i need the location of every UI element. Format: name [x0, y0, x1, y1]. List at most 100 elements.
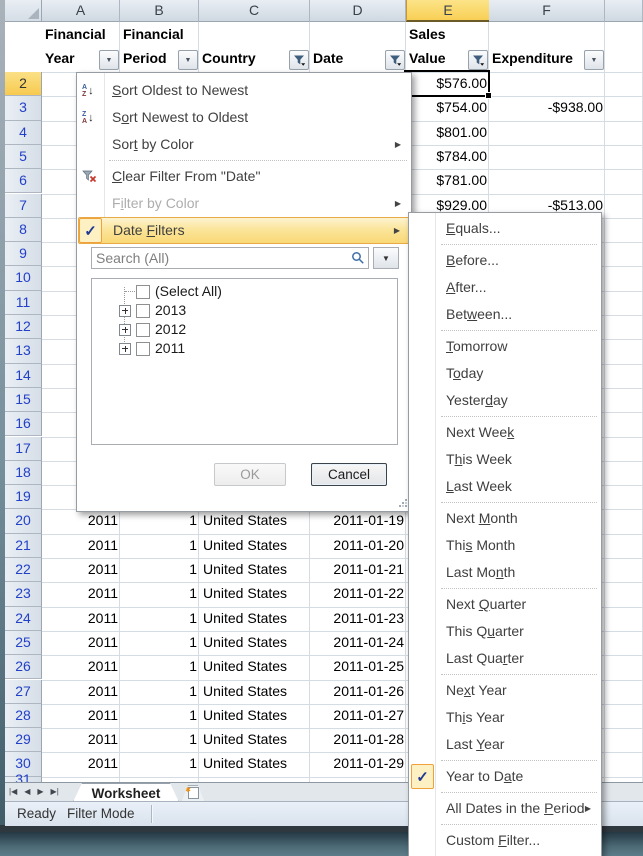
cell-B20[interactable]: 1: [120, 512, 203, 532]
expand-plus-icon[interactable]: [119, 305, 131, 317]
cell-A24[interactable]: 2011: [42, 610, 124, 630]
cell-A27[interactable]: 2011: [42, 683, 124, 703]
row-header-16[interactable]: 16: [5, 412, 42, 436]
filter-dropdown-button-b[interactable]: ▼: [178, 50, 198, 70]
row-header-3[interactable]: 3: [5, 96, 42, 120]
cell-F3[interactable]: -$938.00: [489, 99, 609, 119]
row-header-7[interactable]: 7: [5, 194, 42, 218]
row-header-5[interactable]: 5: [5, 145, 42, 169]
row-header-24[interactable]: 24: [5, 607, 42, 631]
cell-D26[interactable]: 2011-01-25: [310, 658, 410, 678]
tree-item-2012[interactable]: 2012: [92, 320, 397, 339]
row-header-19[interactable]: 19: [5, 485, 42, 509]
submenu-item-next-quarter[interactable]: Next Quarter: [410, 591, 600, 618]
row-header-17[interactable]: 17: [5, 437, 42, 461]
cell-E4[interactable]: $801.00: [406, 124, 493, 144]
cell-C21[interactable]: United States: [199, 537, 312, 557]
cell-B22[interactable]: 1: [120, 561, 203, 581]
ok-button[interactable]: OK: [214, 463, 286, 486]
row-header-25[interactable]: 25: [5, 631, 42, 655]
cell-A21[interactable]: 2011: [42, 537, 124, 557]
menu-item-date-filters[interactable]: Date Filters▶: [78, 217, 410, 244]
row-header-21[interactable]: 21: [5, 534, 42, 558]
search-dropdown-button[interactable]: ▼: [373, 247, 399, 269]
first-sheet-icon[interactable]: |◀: [9, 785, 17, 799]
cell-B23[interactable]: 1: [120, 585, 203, 605]
cell-A20[interactable]: 2011: [42, 512, 124, 532]
submenu-item-last-quarter[interactable]: Last Quarter: [410, 645, 600, 672]
row-header-8[interactable]: 8: [5, 218, 42, 242]
row-header-11[interactable]: 11: [5, 291, 42, 315]
active-filter-button-e[interactable]: [468, 50, 488, 70]
next-sheet-icon[interactable]: ▶: [37, 785, 43, 799]
row-header-22[interactable]: 22: [5, 558, 42, 582]
cell-D28[interactable]: 2011-01-27: [310, 707, 410, 727]
row-header-14[interactable]: 14: [5, 364, 42, 388]
tree-item-2013[interactable]: 2013: [92, 301, 397, 320]
cell-C22[interactable]: United States: [199, 561, 312, 581]
column-header-f[interactable]: F: [489, 0, 605, 22]
expand-plus-icon[interactable]: [119, 324, 131, 336]
row-header-26[interactable]: 26: [5, 655, 42, 679]
submenu-item-all-dates-in-the-period[interactable]: All Dates in the Period▶: [410, 795, 600, 822]
cell-B29[interactable]: 1: [120, 731, 203, 751]
cell-C29[interactable]: United States: [199, 731, 312, 751]
cell-C20[interactable]: United States: [199, 512, 312, 532]
row-header-23[interactable]: 23: [5, 582, 42, 606]
tree-checkbox[interactable]: [136, 323, 150, 337]
row-header-12[interactable]: 12: [5, 315, 42, 339]
filter-dropdown-button-f[interactable]: ▼: [584, 50, 604, 70]
tab-worksheet[interactable]: Worksheet: [73, 783, 179, 802]
column-header-d[interactable]: D: [310, 0, 406, 22]
row-header-6[interactable]: 6: [5, 169, 42, 193]
cell-B25[interactable]: 1: [120, 634, 203, 654]
row-header-2[interactable]: 2: [5, 72, 42, 96]
cell-D25[interactable]: 2011-01-24: [310, 634, 410, 654]
cell-D24[interactable]: 2011-01-23: [310, 610, 410, 630]
tree-item-select-all[interactable]: (Select All): [92, 282, 397, 301]
cell-B27[interactable]: 1: [120, 683, 203, 703]
submenu-item-this-year[interactable]: This Year: [410, 704, 600, 731]
cell-A29[interactable]: 2011: [42, 731, 124, 751]
cell-B26[interactable]: 1: [120, 658, 203, 678]
cell-E5[interactable]: $784.00: [406, 148, 493, 168]
cell-B30[interactable]: 1: [120, 755, 203, 775]
tree-checkbox[interactable]: [136, 285, 150, 299]
submenu-item-next-year[interactable]: Next Year: [410, 677, 600, 704]
row-header-10[interactable]: 10: [5, 266, 42, 290]
filter-dropdown-button-a[interactable]: ▼: [99, 50, 119, 70]
cell-D27[interactable]: 2011-01-26: [310, 683, 410, 703]
resize-grip[interactable]: [398, 498, 408, 508]
submenu-item-this-quarter[interactable]: This Quarter: [410, 618, 600, 645]
cell-C27[interactable]: United States: [199, 683, 312, 703]
cell-C23[interactable]: United States: [199, 585, 312, 605]
cell-E3[interactable]: $754.00: [406, 99, 493, 119]
submenu-item-last-year[interactable]: Last Year: [410, 731, 600, 758]
submenu-item-yesterday[interactable]: Yesterday: [410, 387, 600, 414]
last-sheet-icon[interactable]: ▶|: [51, 785, 59, 799]
column-header-partial[interactable]: [605, 0, 643, 22]
menu-item-sort-by-color[interactable]: Sort by Color▶: [78, 131, 410, 158]
cell-C26[interactable]: United States: [199, 658, 312, 678]
cell-A28[interactable]: 2011: [42, 707, 124, 727]
row-header-27[interactable]: 27: [5, 680, 42, 704]
prev-sheet-icon[interactable]: ◀: [24, 785, 30, 799]
cell-B24[interactable]: 1: [120, 610, 203, 630]
row-header-18[interactable]: 18: [5, 461, 42, 485]
tree-checkbox[interactable]: [136, 304, 150, 318]
cell-D30[interactable]: 2011-01-29: [310, 755, 410, 775]
cell-C28[interactable]: United States: [199, 707, 312, 727]
select-all-corner[interactable]: [5, 0, 42, 22]
submenu-item-after[interactable]: After...: [410, 274, 600, 301]
cell-D21[interactable]: 2011-01-20: [310, 537, 410, 557]
submenu-item-before[interactable]: Before...: [410, 247, 600, 274]
expand-plus-icon[interactable]: [119, 343, 131, 355]
row-header-29[interactable]: 29: [5, 728, 42, 752]
submenu-item-equals[interactable]: Equals...: [410, 215, 600, 242]
submenu-item-this-week[interactable]: This Week: [410, 446, 600, 473]
cell-C25[interactable]: United States: [199, 634, 312, 654]
row-header-20[interactable]: 20: [5, 509, 42, 533]
active-filter-button-d[interactable]: [385, 50, 405, 70]
cell-A22[interactable]: 2011: [42, 561, 124, 581]
tree-checkbox[interactable]: [136, 342, 150, 356]
